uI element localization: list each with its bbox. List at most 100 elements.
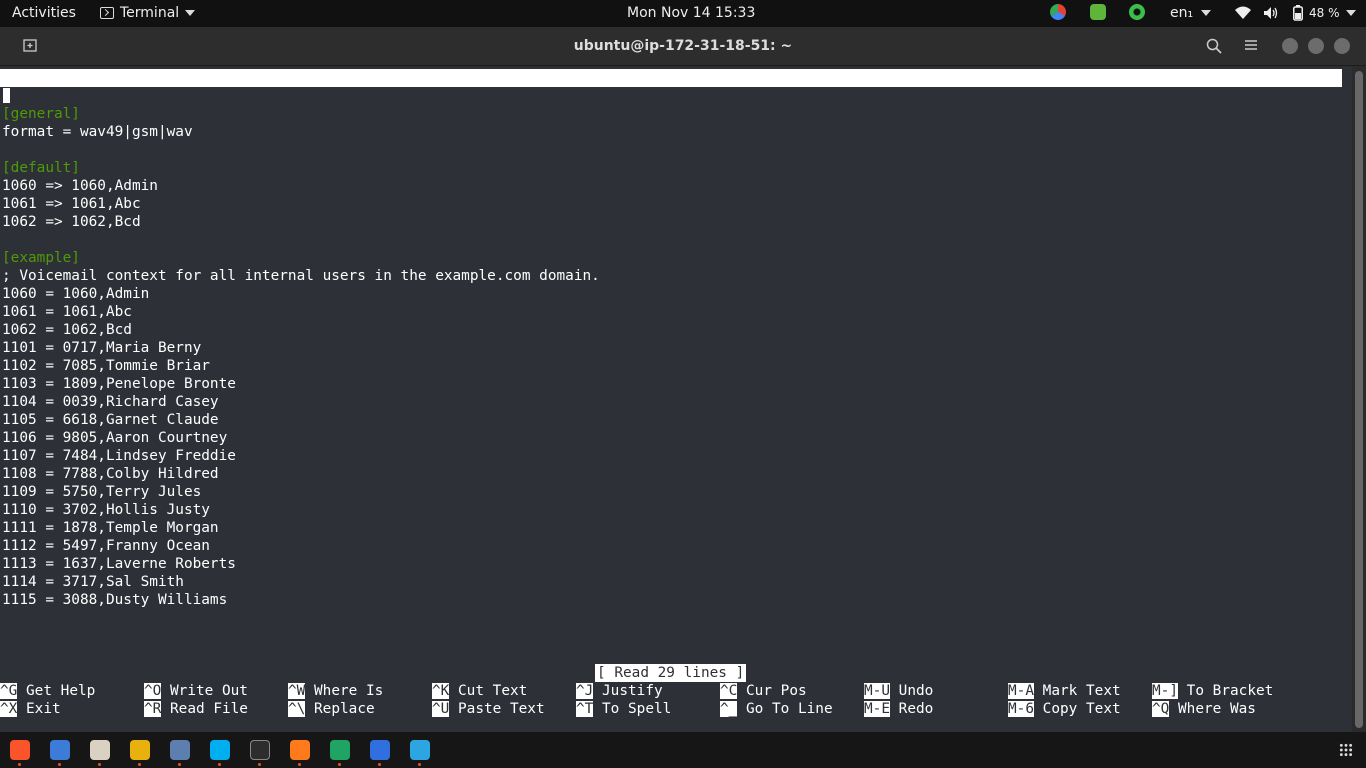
shortcut-label: Exit bbox=[26, 701, 61, 717]
text-editor-icon[interactable] bbox=[50, 740, 70, 760]
shortcut-key: ^O bbox=[144, 683, 162, 699]
chevron-down-icon bbox=[1345, 10, 1356, 16]
nano-shortcut: ^_ Go To Line bbox=[720, 700, 833, 718]
nano-shortcut: ^X Exit bbox=[0, 700, 61, 718]
taskbar bbox=[0, 732, 1366, 768]
config-section-header: [general] bbox=[2, 106, 80, 122]
nano-shortcut: ^K Cut Text bbox=[432, 682, 527, 700]
top-bar: Activities Terminal Mon Nov 14 15:33 en₁… bbox=[0, 0, 1366, 27]
nano-shortcut: ^U Paste Text bbox=[432, 700, 545, 718]
nano-shortcut: M-] To Bracket bbox=[1152, 682, 1273, 700]
shortcut-key: ^X bbox=[0, 701, 18, 717]
running-indicator bbox=[218, 763, 221, 766]
shortcut-label: Redo bbox=[898, 701, 934, 717]
battery-icon bbox=[1293, 5, 1303, 21]
shortcut-key: M-U bbox=[864, 683, 890, 699]
running-indicator bbox=[58, 763, 61, 766]
shortcut-label: To Bracket bbox=[1186, 683, 1274, 699]
shortcut-key: ^C bbox=[720, 683, 738, 699]
volume-icon[interactable] bbox=[1263, 6, 1279, 20]
scrollbar-thumb[interactable] bbox=[1355, 71, 1363, 728]
telegram-icon[interactable] bbox=[410, 740, 430, 760]
minimize-button[interactable] bbox=[1282, 38, 1298, 54]
nano-shortcut: ^G Get Help bbox=[0, 682, 95, 700]
nano-shortcut: ^W Where Is bbox=[288, 682, 383, 700]
shortcut-key: ^_ bbox=[720, 701, 738, 717]
nano-shortcut: M-A Mark Text bbox=[1008, 682, 1121, 700]
editor-line: 1109 = 5750,Terry Jules bbox=[2, 484, 202, 500]
editor-line: 1062 = 1062,Bcd bbox=[2, 322, 132, 338]
chrome-icon[interactable] bbox=[130, 740, 150, 760]
database-client-icon[interactable] bbox=[170, 740, 190, 760]
search-icon[interactable] bbox=[1205, 37, 1223, 55]
editor-line: 1101 = 0717,Maria Berny bbox=[2, 340, 202, 356]
shortcut-label: Read File bbox=[170, 701, 248, 717]
sync-app-icon[interactable] bbox=[370, 740, 390, 760]
firefox-icon[interactable] bbox=[290, 740, 310, 760]
editor-line: 1112 = 5497,Franny Ocean bbox=[2, 538, 210, 554]
shortcut-key: ^G bbox=[0, 683, 18, 699]
close-button[interactable] bbox=[1334, 38, 1350, 54]
terminal-icon[interactable] bbox=[250, 740, 270, 760]
running-indicator bbox=[418, 763, 421, 766]
tray-app-icon[interactable] bbox=[1050, 4, 1066, 20]
menu-icon[interactable] bbox=[1243, 37, 1261, 55]
shortcut-key: M-6 bbox=[1008, 701, 1034, 717]
nano-title-bar: GNU nano 4.8 /etc/asterisk/voicemail.con… bbox=[0, 69, 1342, 122]
nano-shortcut: M-6 Copy Text bbox=[1008, 700, 1121, 718]
show-apps-icon[interactable] bbox=[1339, 743, 1353, 757]
battery-indicator[interactable]: 48 % bbox=[1293, 5, 1356, 21]
brave-browser-icon[interactable] bbox=[10, 740, 30, 760]
nano-shortcut: M-U Undo bbox=[864, 682, 933, 700]
chat-icon[interactable] bbox=[330, 740, 350, 760]
editor-line: 1106 = 9805,Aaron Courtney bbox=[2, 430, 228, 446]
config-section-header: [default] bbox=[2, 160, 80, 176]
maximize-button[interactable] bbox=[1308, 38, 1324, 54]
nano-shortcut: ^T To Spell bbox=[576, 700, 671, 718]
file-manager-icon[interactable] bbox=[90, 740, 110, 760]
editor-line: 1107 = 7484,Lindsey Freddie bbox=[2, 448, 236, 464]
editor-line: 1104 = 0039,Richard Casey bbox=[2, 394, 219, 410]
shortcut-label: To Spell bbox=[602, 701, 672, 717]
shortcut-key: ^T bbox=[576, 701, 594, 717]
clock[interactable]: Mon Nov 14 15:33 bbox=[627, 5, 755, 21]
activities-button[interactable]: Activities bbox=[12, 5, 76, 21]
nano-status-message: [ Read 29 lines ] bbox=[595, 664, 747, 682]
editor-line: 1062 => 1062,Bcd bbox=[2, 214, 141, 230]
terminal-scrollbar[interactable] bbox=[1352, 67, 1366, 732]
nano-shortcut: ^J Justify bbox=[576, 682, 663, 700]
editor-line: 1060 => 1060,Admin bbox=[2, 178, 158, 194]
shortcut-key: ^W bbox=[288, 683, 306, 699]
app-menu-label: Terminal bbox=[120, 5, 180, 21]
window-headerbar: ubuntu@ip-172-31-18-51: ~ bbox=[0, 27, 1366, 66]
shortcut-key: ^U bbox=[432, 701, 450, 717]
editor-line: format = wav49|gsm|wav bbox=[2, 124, 193, 140]
shortcut-label: Justify bbox=[602, 683, 663, 699]
shortcut-label: Get Help bbox=[26, 683, 96, 699]
editor-line: 1113 = 1637,Laverne Roberts bbox=[2, 556, 236, 572]
shield-check-icon[interactable] bbox=[1090, 4, 1106, 20]
recycle-icon[interactable] bbox=[1129, 4, 1145, 20]
editor-line: 1105 = 6618,Garnet Claude bbox=[2, 412, 219, 428]
shortcut-key: M-A bbox=[1008, 683, 1034, 699]
running-indicator bbox=[138, 763, 141, 766]
running-indicator bbox=[258, 763, 261, 766]
terminal-content[interactable]: GNU nano 4.8 /etc/asterisk/voicemail.con… bbox=[0, 67, 1352, 732]
shortcut-label: Replace bbox=[314, 701, 375, 717]
app-menu[interactable]: Terminal bbox=[100, 5, 196, 21]
shortcut-label: Go To Line bbox=[746, 701, 833, 717]
editor-line: 1110 = 3702,Hollis Justy bbox=[2, 502, 210, 518]
editor-line: ; Voicemail context for all internal use… bbox=[2, 268, 600, 284]
editor-line: 1060 = 1060,Admin bbox=[2, 286, 150, 302]
language-selector[interactable]: en₁ bbox=[1170, 5, 1212, 21]
running-indicator bbox=[18, 763, 21, 766]
shortcut-key: ^\ bbox=[288, 701, 306, 717]
shortcut-key: M-] bbox=[1152, 683, 1178, 699]
skype-icon[interactable] bbox=[210, 740, 230, 760]
shortcut-label: Cur Pos bbox=[746, 683, 807, 699]
wifi-icon[interactable] bbox=[1235, 6, 1251, 20]
running-indicator bbox=[298, 763, 301, 766]
nano-version: GNU nano 4.8 bbox=[18, 88, 122, 104]
editor-line: 1103 = 1809,Penelope Bronte bbox=[2, 376, 236, 392]
shortcut-key: ^R bbox=[144, 701, 162, 717]
